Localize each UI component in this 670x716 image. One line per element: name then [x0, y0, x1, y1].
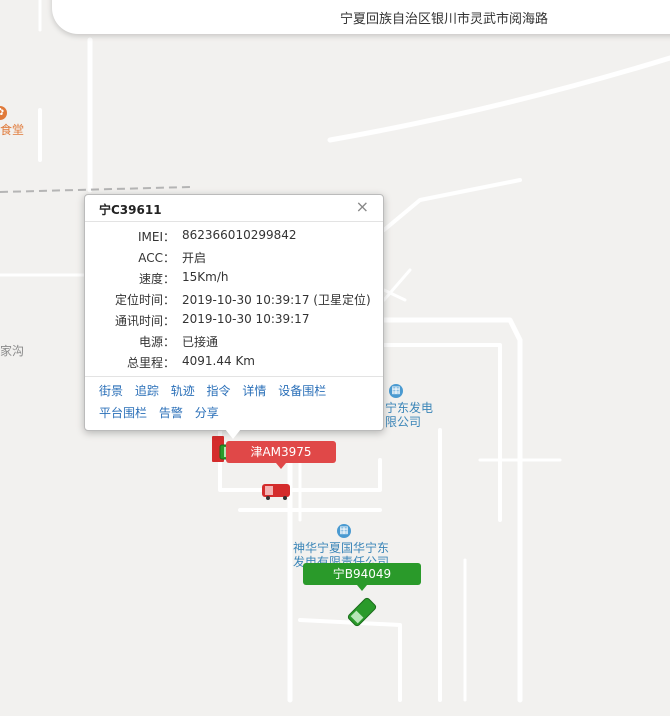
info-row-comm-time: 通讯时间： 2019-10-30 10:39:17 — [85, 312, 383, 333]
row-value: 4091.44 Km — [182, 354, 255, 368]
row-label: 速度： — [138, 272, 175, 286]
info-row-locate-time: 定位时间： 2019-10-30 10:39:17 (卫星定位) — [85, 291, 383, 312]
address-text: 宁夏回族自治区银川市灵武市阅海路 — [340, 12, 549, 27]
link-command[interactable]: 指令 — [207, 384, 231, 398]
poi-label: 宁东发电 限公司 — [385, 401, 434, 429]
link-platform-fence[interactable]: 平台围栏 — [99, 406, 147, 420]
poi-label: 家沟 — [0, 344, 25, 358]
divider — [85, 376, 383, 377]
row-value: 开启 — [182, 251, 207, 265]
popup-title: 宁C39611 — [99, 203, 162, 217]
link-details[interactable]: 详情 — [242, 384, 266, 398]
link-alarm[interactable]: 告警 — [159, 406, 183, 420]
pointer-arrow — [357, 585, 367, 591]
info-row-imei: IMEI： 862366010299842 — [85, 228, 383, 249]
row-label: 电源： — [138, 335, 175, 349]
row-label: ACC： — [138, 251, 175, 265]
row-value: 2019-10-30 10:39:17 (卫星定位) — [182, 293, 371, 307]
row-label: 总里程： — [126, 356, 175, 370]
row-value: 15Km/h — [182, 270, 229, 284]
row-value: 2019-10-30 10:39:17 — [182, 312, 310, 326]
pointer-arrow — [276, 463, 286, 469]
vehicle-info-popup: 宁C39611 × IMEI： 862366010299842 ACC： 开启 … — [84, 194, 384, 439]
row-label: IMEI： — [137, 230, 175, 244]
popup-pointer — [225, 429, 241, 439]
row-value: 862366010299842 — [182, 228, 297, 242]
building-icon: ▦ — [389, 384, 403, 398]
vehicle-label[interactable]: 宁B94049 — [303, 563, 421, 591]
link-device-fence[interactable]: 设备围栏 — [278, 384, 326, 398]
poi-label: 食堂 — [0, 123, 25, 137]
building-icon: ▦ — [337, 524, 351, 538]
info-row-speed: 速度： 15Km/h — [85, 270, 383, 291]
action-links-row: 平台围栏 告警 分享 — [99, 404, 227, 421]
link-track[interactable]: 追踪 — [135, 384, 159, 398]
divider — [85, 221, 383, 222]
link-trajectory[interactable]: 轨迹 — [171, 384, 195, 398]
action-links-row: 街景 追踪 轨迹 指令 详情 设备围栏 — [99, 382, 334, 399]
vehicle-label[interactable]: 津AM3975 — [226, 441, 336, 469]
row-value: 已接通 — [182, 335, 219, 349]
link-street-view[interactable]: 街景 — [99, 384, 123, 398]
vehicle-plate: 宁B94049 — [332, 567, 392, 581]
address-bar: 宁夏回族自治区银川市灵武市阅海路 — [52, 0, 670, 34]
row-label: 通讯时间： — [114, 314, 175, 328]
info-row-power: 电源： 已接通 — [85, 333, 383, 354]
row-label: 定位时间： — [114, 293, 175, 307]
vehicle-plate: 津AM3975 — [250, 445, 312, 459]
link-share[interactable]: 分享 — [195, 406, 219, 420]
close-icon[interactable]: × — [356, 197, 369, 216]
info-row-acc: ACC： 开启 — [85, 249, 383, 270]
info-row-mileage: 总里程： 4091.44 Km — [85, 354, 383, 375]
